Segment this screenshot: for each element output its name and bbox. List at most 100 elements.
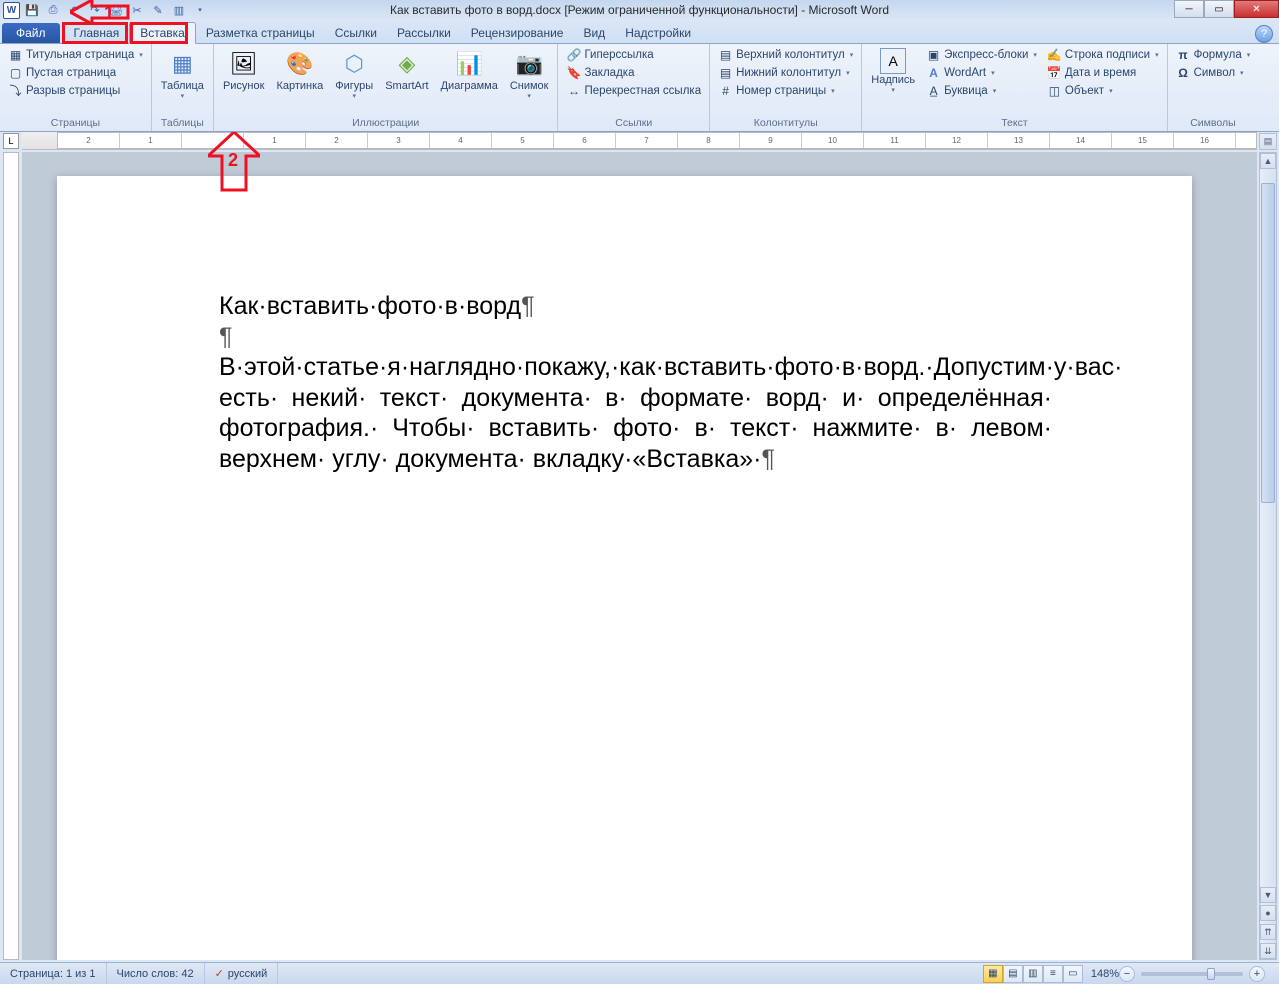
help-icon[interactable]: ?	[1255, 25, 1273, 43]
prev-page-icon[interactable]: ⇈	[1260, 924, 1276, 940]
scroll-down-icon[interactable]: ▼	[1260, 887, 1276, 903]
group-label: Таблицы	[157, 117, 208, 131]
scroll-thumb[interactable]	[1261, 183, 1275, 503]
qat-button[interactable]: ⎙	[44, 1, 62, 19]
group-label: Ссылки	[563, 117, 704, 131]
annotation-number: 2	[228, 150, 238, 171]
screenshot-icon: 📷	[513, 48, 545, 80]
outline-view-button[interactable]: ≡	[1043, 965, 1063, 983]
minimize-button[interactable]: ─	[1174, 0, 1204, 18]
footer-button[interactable]: ▤Нижний колонтитул▾	[715, 64, 856, 81]
draft-view-button[interactable]: ▭	[1063, 965, 1083, 983]
header-button[interactable]: ▤Верхний колонтитул▾	[715, 46, 856, 63]
ruler-toggle[interactable]: ▤	[1259, 133, 1277, 150]
tab-references[interactable]: Ссылки	[325, 23, 387, 43]
group-pages: ▦Титульная страница▾ ▢Пустая страница ⤵Р…	[0, 44, 152, 131]
status-language[interactable]: ✓русский	[205, 963, 279, 984]
qat-dropdown-icon[interactable]: ▾	[191, 1, 209, 19]
pagenum-button[interactable]: #Номер страницы▾	[715, 82, 856, 99]
pilcrow-icon: ¶	[219, 323, 232, 351]
web-layout-view-button[interactable]: ▥	[1023, 965, 1043, 983]
tab-review[interactable]: Рецензирование	[461, 23, 574, 43]
next-page-icon[interactable]: ⇊	[1260, 943, 1276, 959]
proofing-icon: ✓	[215, 967, 224, 980]
sigline-button[interactable]: ✍Строка подписи▾	[1044, 46, 1162, 63]
quickparts-button[interactable]: ▣Экспресс-блоки▾	[923, 46, 1040, 63]
chart-button[interactable]: 📊Диаграмма	[437, 46, 502, 94]
status-page[interactable]: Страница: 1 из 1	[0, 963, 107, 984]
close-button[interactable]: ✕	[1234, 0, 1279, 18]
zoom-out-button[interactable]: −	[1119, 966, 1135, 982]
tab-mailings[interactable]: Рассылки	[387, 23, 461, 43]
zoom-in-button[interactable]: +	[1249, 966, 1265, 982]
document-page[interactable]: Как·вставить·фото·в·ворд¶ ¶ В·этой·стать…	[57, 176, 1192, 960]
group-links: 🔗Гиперссылка 🔖Закладка ↔Перекрестная ссы…	[558, 44, 710, 131]
print-layout-view-button[interactable]: ▦	[983, 965, 1003, 983]
hyperlink-icon: 🔗	[566, 47, 581, 62]
smartart-button[interactable]: ◈SmartArt	[381, 46, 432, 94]
wordart-icon: A	[926, 65, 941, 80]
window-title: Как вставить фото в ворд.docx [Режим огр…	[390, 3, 889, 17]
crossref-icon: ↔	[566, 83, 581, 98]
vertical-scrollbar[interactable]: ▲ ▼ ● ⇈ ⇊	[1259, 152, 1277, 960]
textbox-button[interactable]: AНадпись▾	[867, 46, 919, 96]
shapes-button[interactable]: ⬡Фигуры▾	[331, 46, 377, 102]
annotation-box	[62, 22, 128, 44]
header-icon: ▤	[718, 47, 733, 62]
zoom-knob[interactable]	[1207, 968, 1215, 980]
tab-addins[interactable]: Надстройки	[615, 23, 701, 43]
tab-view[interactable]: Вид	[573, 23, 615, 43]
smartart-icon: ◈	[391, 48, 423, 80]
bookmark-button[interactable]: 🔖Закладка	[563, 64, 704, 81]
group-illustrations: 🖼Рисунок 🎨Картинка ⬡Фигуры▾ ◈SmartArt 📊Д…	[214, 44, 559, 131]
sigline-icon: ✍	[1047, 47, 1062, 62]
dropcap-button[interactable]: A̲Буквица▾	[923, 82, 1040, 99]
page-break-button[interactable]: ⤵Разрыв страницы	[5, 82, 146, 99]
crossref-button[interactable]: ↔Перекрестная ссылка	[563, 82, 704, 99]
zoom-slider[interactable]	[1141, 972, 1243, 976]
pagenum-icon: #	[718, 83, 733, 98]
annotation-arrow-icon	[70, 0, 130, 24]
pilcrow-icon: ¶	[761, 445, 774, 473]
tab-page-layout[interactable]: Разметка страницы	[196, 23, 325, 43]
page-content[interactable]: Как·вставить·фото·в·ворд¶ ¶ В·этой·стать…	[57, 176, 1192, 514]
fullscreen-reading-view-button[interactable]: ▤	[1003, 965, 1023, 983]
screenshot-button[interactable]: 📷Снимок▾	[506, 46, 553, 102]
annotation-number: 1	[104, 3, 114, 24]
scroll-up-icon[interactable]: ▲	[1260, 153, 1276, 169]
title-page-button[interactable]: ▦Титульная страница▾	[5, 46, 146, 63]
equation-button[interactable]: πФормула▾	[1173, 46, 1254, 63]
footer-icon: ▤	[718, 65, 733, 80]
save-icon[interactable]: 💾	[23, 1, 41, 19]
clipart-icon: 🎨	[284, 48, 316, 80]
symbol-button[interactable]: ΩСимвол▾	[1173, 64, 1254, 81]
tab-selector[interactable]: L	[3, 133, 19, 149]
clipart-button[interactable]: 🎨Картинка	[272, 46, 327, 94]
picture-button[interactable]: 🖼Рисунок	[219, 46, 269, 94]
zoom-level[interactable]: 148%	[1091, 968, 1119, 980]
browse-object-icon[interactable]: ●	[1260, 905, 1276, 921]
symbol-icon: Ω	[1176, 65, 1191, 80]
word-icon: W	[3, 2, 20, 19]
object-icon: ◫	[1047, 83, 1062, 98]
hyperlink-button[interactable]: 🔗Гиперссылка	[563, 46, 704, 63]
group-label: Колонтитулы	[715, 117, 856, 131]
qat-button[interactable]: ▥	[170, 1, 188, 19]
datetime-button[interactable]: 📅Дата и время	[1044, 64, 1162, 81]
ribbon-tabs: Файл Главная Вставка Разметка страницы С…	[0, 20, 1279, 44]
status-bar: Страница: 1 из 1 Число слов: 42 ✓русский…	[0, 962, 1279, 984]
qat-button[interactable]: ✂	[128, 1, 146, 19]
maximize-button[interactable]: ▭	[1204, 0, 1234, 18]
page-break-icon: ⤵	[8, 83, 23, 98]
status-wordcount[interactable]: Число слов: 42	[107, 963, 205, 984]
wordart-button[interactable]: AWordArt▾	[923, 64, 1040, 81]
object-button[interactable]: ◫Объект▾	[1044, 82, 1162, 99]
group-symbols: πФормула▾ ΩСимвол▾ Символы	[1168, 44, 1259, 131]
tab-file[interactable]: Файл	[2, 23, 60, 43]
table-button[interactable]: ▦ Таблица▾	[157, 46, 208, 102]
dropcap-icon: A̲	[926, 83, 941, 98]
vertical-ruler[interactable]	[3, 152, 19, 960]
blank-page-button[interactable]: ▢Пустая страница	[5, 64, 146, 81]
group-tables: ▦ Таблица▾ Таблицы	[152, 44, 214, 131]
qat-button[interactable]: ✎	[149, 1, 167, 19]
